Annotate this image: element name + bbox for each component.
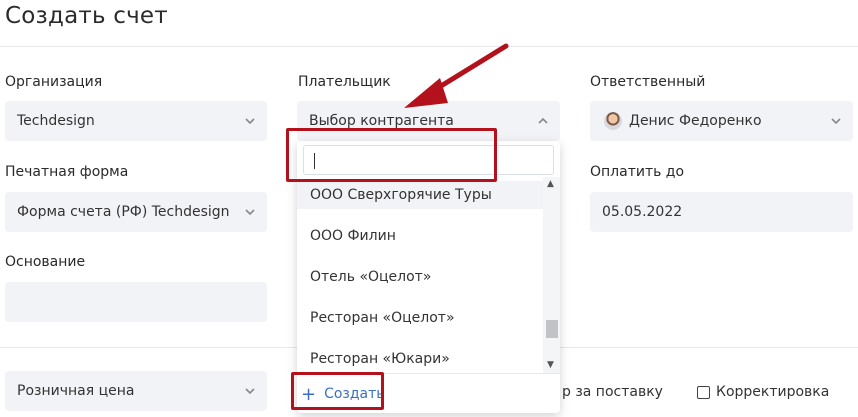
annotation-arrow-icon [404, 43, 509, 108]
